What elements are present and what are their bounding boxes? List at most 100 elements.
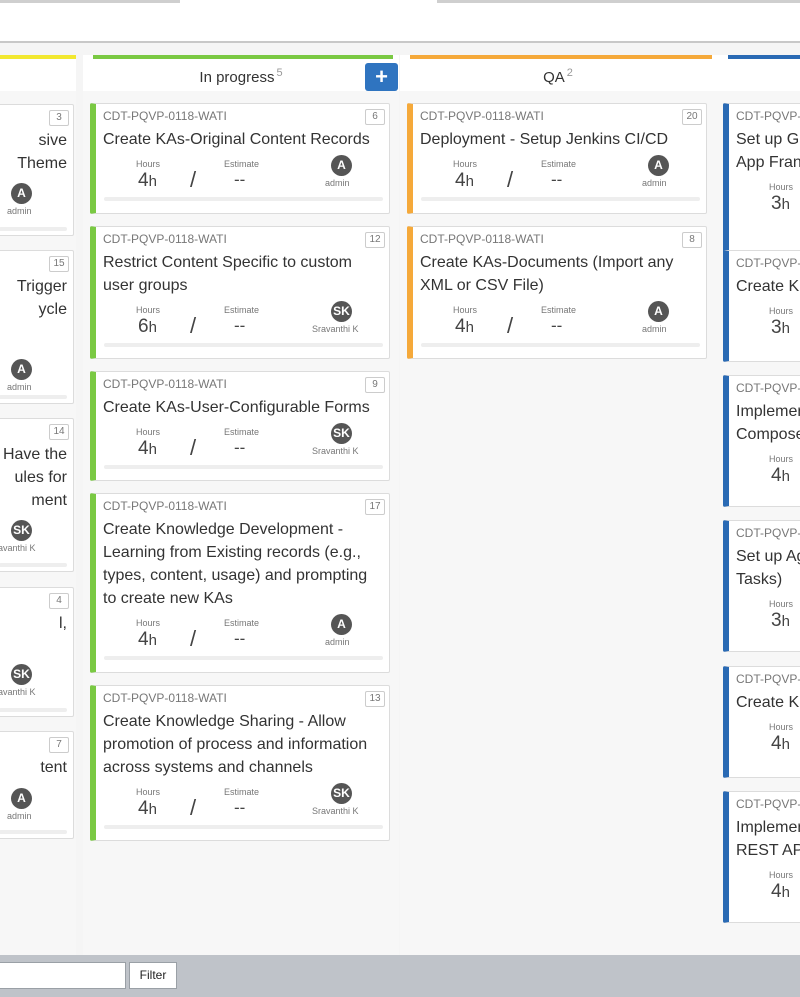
task-card[interactable]: CDT-PQVP- Create K Hours 3h <box>723 250 800 362</box>
task-card[interactable]: CDT-PQVP- Set up Ag Tasks) Hours 3h <box>723 520 800 652</box>
estimate-value: -- <box>234 798 246 817</box>
card-title: tent <box>40 759 67 776</box>
drag-handle[interactable] <box>92 795 94 805</box>
task-card[interactable]: CDT-PQVP-0118-WATI 9 Create KAs-User-Confi… <box>90 371 390 481</box>
card-number-badge: 20 <box>682 109 702 125</box>
drag-handle[interactable] <box>409 313 411 323</box>
avatar[interactable]: SK <box>11 520 32 541</box>
hours-value: 4h <box>138 798 157 820</box>
drag-handle[interactable] <box>725 176 727 186</box>
hours-number: 3 <box>771 193 782 214</box>
hours-unit: h <box>148 632 157 649</box>
card-title: Deployment - Setup Jenkins CI/CD <box>420 131 669 148</box>
drag-handle[interactable] <box>725 448 727 458</box>
filter-input[interactable] <box>0 962 126 989</box>
toolbar-tab-edge <box>0 0 180 3</box>
hours-value: 4h <box>455 316 474 338</box>
card-title: sive <box>38 132 67 149</box>
card-number-badge: 17 <box>365 499 385 515</box>
drag-handle[interactable] <box>725 593 727 603</box>
card-title: types, content, usage) and prompting <box>103 567 368 584</box>
hours-label: Hours <box>136 787 161 797</box>
drag-handle[interactable] <box>409 167 411 177</box>
hours-value: 4h <box>138 170 157 192</box>
avatar[interactable]: A <box>11 359 32 380</box>
hours-unit: h <box>781 736 790 753</box>
card-code: CDT-PQVP- <box>736 256 800 270</box>
assignee-name: Sravanthi K <box>0 687 36 697</box>
card-number-badge: 14 <box>49 424 69 440</box>
task-card[interactable]: 15 Trigger ycle Aadmin <box>0 250 74 404</box>
filter-button[interactable]: Filter <box>129 962 177 989</box>
drag-handle[interactable] <box>725 300 727 310</box>
drag-handle[interactable] <box>725 716 727 726</box>
card-title: Compose <box>736 426 800 443</box>
assignee-name: admin <box>325 178 350 188</box>
hours-separator: / <box>190 435 197 460</box>
bottom-filter-bar: Filter <box>0 955 800 997</box>
card-code: CDT-PQVP-0118-WATI <box>420 109 544 123</box>
avatar[interactable]: A <box>11 788 32 809</box>
assignee-name: admin <box>7 811 32 821</box>
avatar[interactable]: A <box>648 155 669 176</box>
avatar[interactable]: SK <box>331 423 352 444</box>
progress-track <box>104 465 383 469</box>
task-card[interactable]: CDT-PQVP-0118-WATI 8 Create KAs-Documents … <box>407 226 707 359</box>
task-card[interactable]: CDT-PQVP- Implemen REST AP Hours 4h <box>723 791 800 923</box>
hours-value: 4h <box>771 733 790 755</box>
card-code: CDT-PQVP-0118-WATI <box>103 377 227 391</box>
hours-separator: / <box>507 313 514 338</box>
task-card[interactable]: CDT-PQVP-0118-WATI 6 Create KAs-Original C… <box>90 103 390 214</box>
hours-label: Hours <box>453 159 478 169</box>
progress-track <box>0 227 67 231</box>
task-card[interactable]: CDT-PQVP- Set up G App Fran Hours 3h <box>723 103 800 264</box>
card-title: Implemen <box>736 819 800 836</box>
add-card-button[interactable]: + <box>365 63 398 91</box>
card-code: CDT-PQVP-0118-WATI <box>103 691 227 705</box>
task-card[interactable]: CDT-PQVP-0118-WATI 20 Deployment - Setup J… <box>407 103 707 214</box>
avatar[interactable]: SK <box>331 783 352 804</box>
avatar[interactable]: A <box>11 183 32 204</box>
avatar[interactable]: A <box>331 614 352 635</box>
drag-handle[interactable] <box>92 313 94 323</box>
task-card[interactable]: 7 tent Aadmin <box>0 731 74 839</box>
hours-label: Hours <box>136 159 161 169</box>
estimate-label: Estimate <box>224 159 260 169</box>
task-card[interactable]: CDT-PQVP-0118-WATI 17 Create Knowledge Dev… <box>90 493 390 673</box>
card-code: CDT-PQVP- <box>736 109 800 123</box>
task-card[interactable]: CDT-PQVP- Create K Hours 4h <box>723 666 800 778</box>
task-card[interactable]: 3 sive Theme Aadmin <box>0 104 74 236</box>
task-card[interactable]: CDT-PQVP-0118-WATI 12 Restrict Content Spe… <box>90 226 390 359</box>
progress-track <box>421 197 700 201</box>
card-code: CDT-PQVP-0118-WATI <box>103 109 227 123</box>
drag-handle[interactable] <box>92 435 94 445</box>
hours-number: 6 <box>138 316 149 337</box>
toolbar-tab-edge <box>437 0 800 3</box>
drag-handle[interactable] <box>92 626 94 636</box>
card-title: Tasks) <box>736 571 783 588</box>
card-code: CDT-PQVP-0118-WATI <box>103 232 227 246</box>
estimate-label: Estimate <box>224 427 260 437</box>
task-card[interactable]: 4 l, SK Sravanthi K <box>0 587 74 717</box>
task-card[interactable]: CDT-PQVP-0118-WATI 13 Create Knowledge Sha… <box>90 685 390 841</box>
assignee-name: admin <box>7 206 32 216</box>
assignee-name: admin <box>7 382 32 392</box>
avatar[interactable]: A <box>331 155 352 176</box>
avatar[interactable]: SK <box>331 301 352 322</box>
column-title: In progress 5 <box>83 67 399 86</box>
card-title: Have the <box>2 446 67 463</box>
card-title: ules for <box>14 469 67 486</box>
card-code: CDT-PQVP- <box>736 526 800 540</box>
task-card[interactable]: CDT-PQVP- Implemen Compose Hours 4h <box>723 375 800 507</box>
avatar[interactable]: A <box>648 301 669 322</box>
hours-label: Hours <box>453 305 478 315</box>
estimate-value: -- <box>234 629 246 648</box>
card-title: Set up Ag <box>736 548 800 565</box>
drag-handle[interactable] <box>92 167 94 177</box>
drag-handle[interactable] <box>725 864 727 874</box>
column-color-bar <box>728 55 800 59</box>
task-card[interactable]: 14 Have the ules for ment SK Sravanthi K <box>0 418 74 572</box>
hours-number: 4 <box>771 881 782 902</box>
avatar[interactable]: SK <box>11 664 32 685</box>
assignee-name: Sravanthi K <box>312 446 359 456</box>
